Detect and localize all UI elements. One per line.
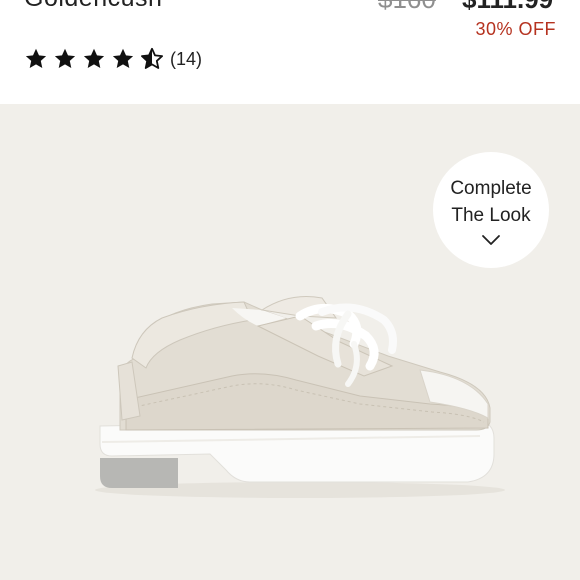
star-icon (25, 48, 47, 68)
star-icon (112, 48, 134, 68)
star-icon (83, 48, 105, 68)
review-count[interactable]: (14) (170, 49, 202, 70)
product-name: Goldencush (24, 0, 162, 13)
star-rating (24, 47, 169, 71)
sale-price: $111.99 (462, 0, 553, 15)
star-icon (54, 48, 76, 68)
chevron-down-icon (482, 234, 500, 245)
product-page: Goldencush $160 $111.99 30% OFF (0, 0, 580, 580)
complete-the-look-button[interactable]: Complete The Look (433, 152, 549, 268)
product-header: Goldencush $160 $111.99 30% OFF (0, 0, 580, 104)
half-star-icon (141, 47, 163, 69)
original-price: $160 (378, 0, 436, 15)
look-button-label-line1: Complete (450, 177, 532, 199)
discount-badge: 30% OFF (475, 19, 556, 39)
rating-summary[interactable]: (14) (24, 46, 202, 72)
look-button-label-line2: The Look (451, 204, 531, 226)
product-image-area: Complete The Look (0, 104, 580, 580)
